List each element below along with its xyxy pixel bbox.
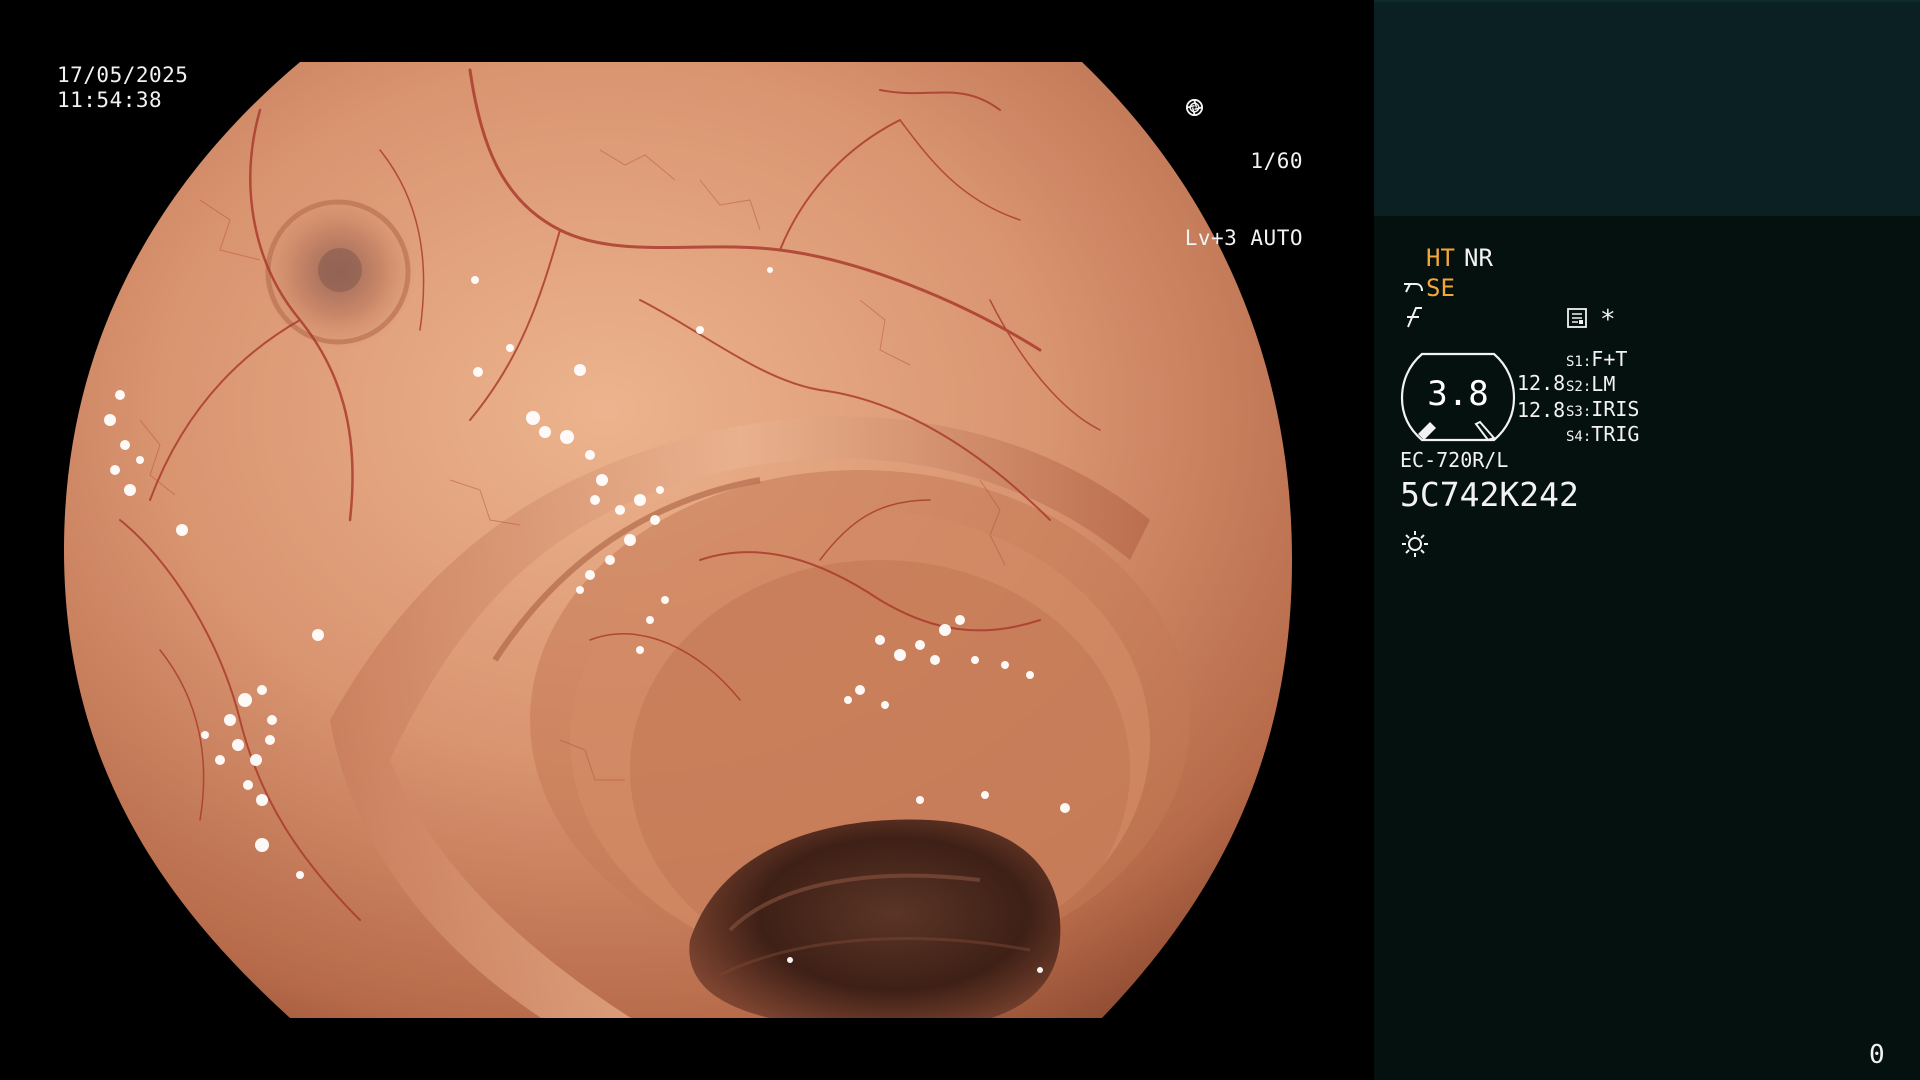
ht-indicator: HT bbox=[1426, 244, 1455, 272]
osd-datetime: 17/05/2025 11:54:38 bbox=[57, 63, 188, 113]
endoscope-view: 17/05/2025 11:54:38 1/60 Lv+3 AUTO bbox=[0, 0, 1374, 1080]
osd-exposure: 1/60 Lv+3 AUTO bbox=[1185, 98, 1324, 302]
scope-serial: 5C742K242 bbox=[1400, 475, 1579, 514]
info-panel: HT NR SE * 3.8 12.8 12.8 S1:F+T S2:LM S3… bbox=[1374, 0, 1920, 1080]
switch-key: S4: bbox=[1566, 429, 1592, 445]
gauge-value: 3.8 bbox=[1427, 374, 1489, 414]
aperture-icon bbox=[1185, 99, 1324, 171]
osd-shutter-speed: 1/60 bbox=[1250, 149, 1303, 173]
iris-icon bbox=[1185, 99, 1324, 248]
switch-key: S1: bbox=[1566, 354, 1592, 370]
endoscopic-image bbox=[64, 62, 1292, 1018]
switch-s1: S1:F+T bbox=[1566, 347, 1627, 375]
osd-date: 17/05/2025 bbox=[57, 63, 189, 87]
switch-value: IRIS bbox=[1591, 397, 1640, 421]
scope-model: EC-720R/L bbox=[1400, 448, 1509, 472]
value-a: 12.8 bbox=[1517, 371, 1566, 395]
thumbnail-area bbox=[1374, 0, 1920, 216]
se-indicator: SE bbox=[1426, 274, 1455, 302]
switch-value: LM bbox=[1591, 372, 1616, 396]
switch-key: S3: bbox=[1566, 404, 1592, 420]
switch-s4: S4:TRIG bbox=[1566, 422, 1639, 450]
asterisk-indicator: * bbox=[1600, 305, 1616, 335]
scope-bend-icon bbox=[1404, 283, 1423, 293]
nr-indicator: NR bbox=[1464, 244, 1493, 272]
memo-icon bbox=[1567, 308, 1587, 328]
osd-iris-mode: Lv+3 AUTO bbox=[1184, 226, 1303, 250]
switch-value: F+T bbox=[1591, 347, 1628, 371]
light-sun-icon bbox=[1402, 531, 1428, 557]
osd-time: 11:54:38 bbox=[57, 88, 163, 112]
value-b: 12.8 bbox=[1517, 398, 1566, 422]
enhancement-f-icon bbox=[1407, 307, 1422, 328]
image-counter: 0 bbox=[1869, 1040, 1885, 1070]
switch-s3: S3:IRIS bbox=[1566, 397, 1639, 425]
switch-value: TRIG bbox=[1591, 422, 1640, 446]
switch-s2: S2:LM bbox=[1566, 372, 1615, 400]
switch-key: S2: bbox=[1566, 379, 1592, 395]
